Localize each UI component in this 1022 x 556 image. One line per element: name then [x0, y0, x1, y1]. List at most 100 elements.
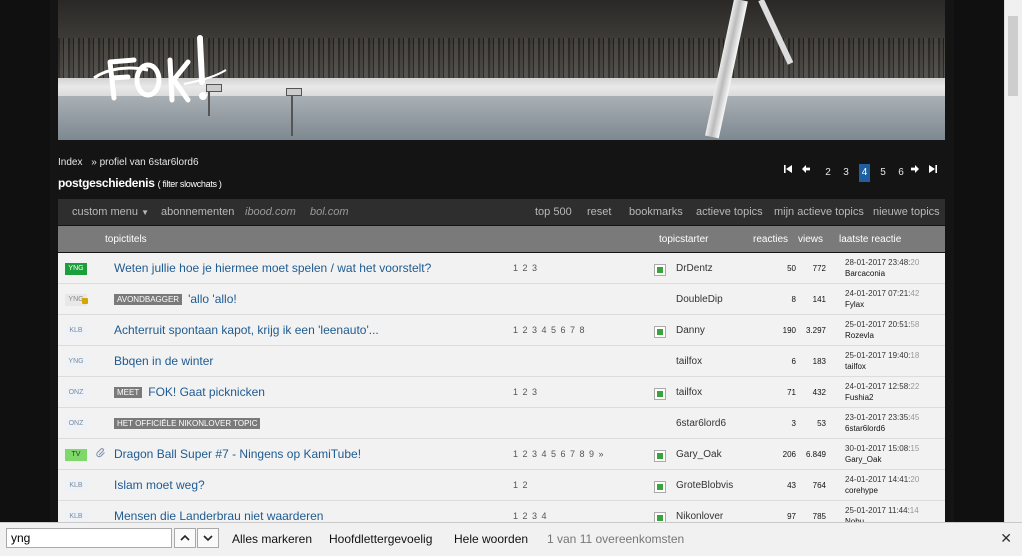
topic-starter[interactable]: DoubleDip: [676, 294, 723, 305]
next-page-icon[interactable]: [910, 164, 928, 182]
find-previous-button[interactable]: [174, 528, 196, 548]
menu-bol[interactable]: bol.com: [310, 206, 349, 218]
page-link[interactable]: 5: [874, 164, 892, 182]
menu-nieuwe-topics[interactable]: nieuwe topics: [873, 206, 940, 218]
fok-banner[interactable]: [58, 0, 945, 140]
last-reply-date[interactable]: 25-01-2017 11:44:14: [845, 506, 919, 515]
new-posts-icon[interactable]: [654, 326, 666, 338]
topic-tag-link[interactable]: HET OFFICIËLE NIKONLOVER TOPIC: [114, 418, 261, 430]
last-reply-user[interactable]: 6star6lord6: [845, 424, 885, 433]
new-posts-icon[interactable]: [654, 388, 666, 400]
topic-title-link[interactable]: Achterruit spontaan kapot, krijg ik een …: [114, 323, 379, 337]
last-reply-date[interactable]: 25-01-2017 19:40:18: [845, 351, 919, 360]
topic-title-link[interactable]: Dragon Ball Super #7 - Ningens op KamiTu…: [114, 447, 361, 461]
topic-pages[interactable]: 1 2 3 4: [513, 511, 548, 521]
topic-starter[interactable]: DrDentz: [676, 263, 713, 274]
close-icon[interactable]: ✕: [1000, 530, 1012, 547]
scrollbar-thumb[interactable]: [1008, 16, 1018, 96]
col-topicstarter: topicstarter: [659, 234, 709, 245]
page-link-current[interactable]: 4: [859, 164, 870, 182]
category-badge[interactable]: KLB: [65, 325, 87, 337]
last-reply-user[interactable]: tailfox: [845, 362, 866, 371]
last-reply-date[interactable]: 28-01-2017 23:48:20: [845, 258, 919, 267]
topic-title-link[interactable]: 'allo 'allo!: [188, 292, 237, 306]
last-reply-date[interactable]: 30-01-2017 15:08:15: [845, 444, 919, 453]
topic-starter[interactable]: tailfox: [676, 356, 702, 367]
topic-menu-bar: custom menu ▼ abonnementen ibood.com bol…: [58, 199, 945, 225]
topic-pages[interactable]: 1 2: [513, 480, 529, 490]
fok-logo[interactable]: [88, 20, 228, 110]
last-reply-date[interactable]: 25-01-2017 20:51:58: [845, 320, 919, 329]
last-reply-user[interactable]: Fylax: [845, 300, 864, 309]
col-laatste-reactie: laatste reactie: [839, 234, 902, 245]
last-reply-user[interactable]: Fushia2: [845, 393, 873, 402]
vertical-scrollbar[interactable]: [1004, 0, 1022, 522]
category-badge[interactable]: ONZ: [65, 418, 87, 430]
reply-count: 50: [787, 264, 796, 273]
paperclip-icon: [96, 448, 105, 458]
topic-starter[interactable]: Gary_Oak: [676, 449, 722, 460]
topic-starter[interactable]: 6star6lord6: [676, 418, 726, 429]
menu-mijn-actieve-topics[interactable]: mijn actieve topics: [774, 206, 864, 218]
filter-slowchats-link[interactable]: ( filter slowchats ): [158, 179, 222, 189]
topic-starter[interactable]: Nikonlover: [676, 511, 723, 522]
topic-title-link[interactable]: Weten jullie hoe je hiermee moet spelen …: [114, 261, 431, 275]
chevron-down-icon: ▼: [141, 208, 150, 217]
last-reply-user[interactable]: Barcaconia: [845, 269, 885, 278]
find-input[interactable]: [6, 528, 172, 548]
last-reply-user[interactable]: Rozevla: [845, 331, 874, 340]
topic-title: MEET FOK! Gaat picknicken: [114, 385, 265, 399]
menu-bookmarks[interactable]: bookmarks: [629, 206, 683, 218]
topic-title-link[interactable]: Bbqen in de winter: [114, 354, 213, 368]
topic-pages[interactable]: 1 2 3 4 5 6 7 8: [513, 325, 586, 335]
last-reply-user[interactable]: Gary_Oak: [845, 455, 881, 464]
first-page-icon[interactable]: [783, 164, 801, 182]
topic-pages[interactable]: 1 2 3 4 5 6 7 8 9 »: [513, 449, 605, 459]
topic-starter[interactable]: tailfox: [676, 387, 702, 398]
whole-words-toggle[interactable]: Hele woorden: [454, 532, 528, 546]
topic-title-link[interactable]: Mensen die Landerbrau niet waarderen: [114, 509, 323, 523]
menu-abonnementen[interactable]: abonnementen: [161, 206, 234, 218]
find-bar: Alles markeren Hoofdlettergevoelig Hele …: [0, 522, 1022, 556]
menu-top500[interactable]: top 500: [535, 206, 572, 218]
reply-count: 43: [787, 481, 796, 490]
category-badge[interactable]: YNG: [65, 356, 87, 368]
new-posts-icon[interactable]: [654, 450, 666, 462]
view-count: 764: [812, 481, 826, 490]
category-badge[interactable]: YNG: [65, 263, 87, 275]
menu-reset[interactable]: reset: [587, 206, 611, 218]
highlight-all-toggle[interactable]: Alles markeren: [232, 532, 312, 546]
last-reply-date[interactable]: 24-01-2017 12:58:22: [845, 382, 919, 391]
custom-menu-dropdown[interactable]: custom menu ▼: [72, 206, 149, 218]
menu-ibood[interactable]: ibood.com: [245, 206, 296, 218]
last-reply-date[interactable]: 24-01-2017 07:21:42: [845, 289, 919, 298]
page-link[interactable]: 2: [819, 164, 837, 182]
topic-starter[interactable]: GroteBlobvis: [676, 480, 733, 491]
topic-pages[interactable]: 1 2 3: [513, 263, 538, 273]
breadcrumb-current[interactable]: » profiel van 6star6lord6: [91, 157, 198, 168]
category-badge[interactable]: KLB: [65, 480, 87, 492]
last-reply-date[interactable]: 24-01-2017 14:41:20: [845, 475, 919, 484]
category-badge[interactable]: TV: [65, 449, 87, 461]
last-reply-date[interactable]: 23-01-2017 23:35:45: [845, 413, 919, 422]
new-posts-icon[interactable]: [654, 264, 666, 276]
page-link[interactable]: 3: [837, 164, 855, 182]
topic-title-link[interactable]: Islam moet weg?: [114, 478, 205, 492]
breadcrumb-index[interactable]: Index: [58, 157, 82, 168]
menu-actieve-topics[interactable]: actieve topics: [696, 206, 763, 218]
view-count: 3.297: [805, 326, 826, 335]
category-badge[interactable]: ONZ: [65, 387, 87, 399]
reply-count: 3: [791, 419, 796, 428]
last-page-icon[interactable]: [928, 164, 946, 182]
page-title: postgeschiedenis ( filter slowchats ): [58, 176, 222, 190]
topic-starter[interactable]: Danny: [676, 325, 705, 336]
new-posts-icon[interactable]: [654, 481, 666, 493]
page-link[interactable]: 6: [892, 164, 910, 182]
topic-pages[interactable]: 1 2 3: [513, 387, 538, 397]
match-case-toggle[interactable]: Hoofdlettergevoelig: [329, 532, 432, 546]
table-row: KLB Achterruit spontaan kapot, krijg ik …: [58, 315, 945, 346]
last-reply-user[interactable]: corehype: [845, 486, 878, 495]
find-next-button[interactable]: [197, 528, 219, 548]
prev-page-icon[interactable]: [801, 164, 819, 182]
topic-title-link[interactable]: FOK! Gaat picknicken: [148, 385, 265, 399]
